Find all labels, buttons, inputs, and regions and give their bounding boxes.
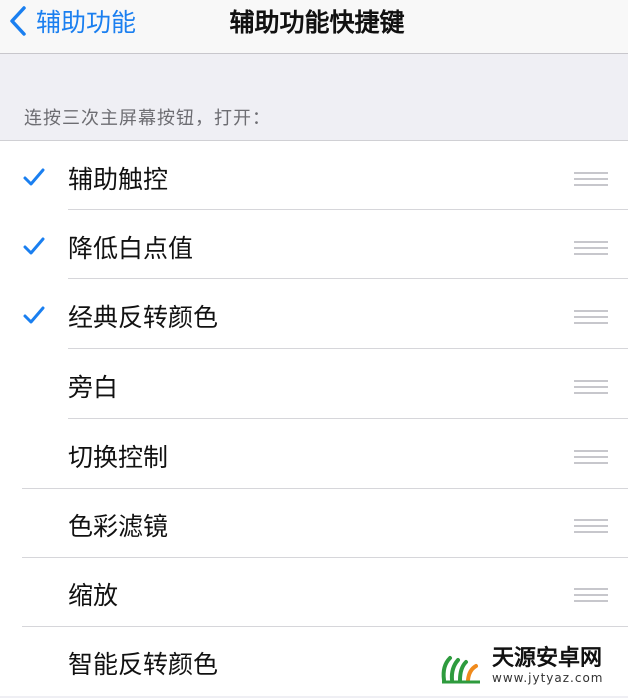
list-item-label: 旁白 (68, 373, 119, 402)
watermark: 天源安卓网 www.jytyaz.com (438, 640, 624, 692)
reorder-handle-icon[interactable] (574, 519, 608, 533)
divider (68, 209, 628, 210)
list-item-assistivetouch[interactable]: 辅助触控 (0, 143, 628, 213)
list-item-label: 降低白点值 (68, 234, 194, 263)
list-item-classic-invert[interactable]: 经典反转颜色 (0, 281, 628, 351)
android-logo-icon (441, 656, 480, 684)
checkmark-icon (23, 306, 45, 324)
watermark-url: www.jytyaz.com (492, 671, 604, 685)
reorder-handle-icon[interactable] (574, 241, 608, 255)
divider (22, 557, 628, 558)
list-item-reduce-white-point[interactable]: 降低白点值 (0, 212, 628, 282)
section-header: 连按三次主屏幕按钮，打开： (24, 108, 271, 129)
list-item-label: 智能反转颜色 (68, 650, 219, 679)
reorder-handle-icon[interactable] (574, 172, 608, 186)
divider (68, 348, 628, 349)
divider (68, 278, 628, 279)
divider (22, 488, 628, 489)
list-item-color-filters[interactable]: 色彩滤镜 (0, 490, 628, 560)
divider (22, 626, 628, 627)
reorder-handle-icon[interactable] (574, 310, 608, 324)
list-item-label: 经典反转颜色 (68, 303, 219, 332)
navigation-bar: 辅助功能 辅助功能快捷键 (0, 0, 628, 54)
list-item-label: 切换控制 (68, 443, 169, 472)
page-title: 辅助功能快捷键 (229, 8, 405, 37)
list-item-label: 色彩滤镜 (68, 512, 169, 541)
list-item-zoom[interactable]: 缩放 (0, 559, 628, 629)
divider (68, 418, 628, 419)
list-item-label: 缩放 (68, 581, 119, 610)
shortcut-list: 辅助触控 降低白点值 经典反转颜色 旁白 切换控制 色彩滤镜 缩放 智能反转颜色 (0, 140, 628, 696)
reorder-handle-icon[interactable] (574, 380, 608, 394)
list-item-label: 辅助触控 (68, 165, 169, 194)
list-item-voiceover[interactable]: 旁白 (0, 351, 628, 421)
checkmark-icon (23, 237, 45, 255)
reorder-handle-icon[interactable] (574, 588, 608, 602)
reorder-handle-icon[interactable] (574, 450, 608, 464)
watermark-title: 天源安卓网 (492, 646, 603, 671)
checkmark-icon (23, 168, 45, 186)
list-item-switch-control[interactable]: 切换控制 (0, 421, 628, 491)
